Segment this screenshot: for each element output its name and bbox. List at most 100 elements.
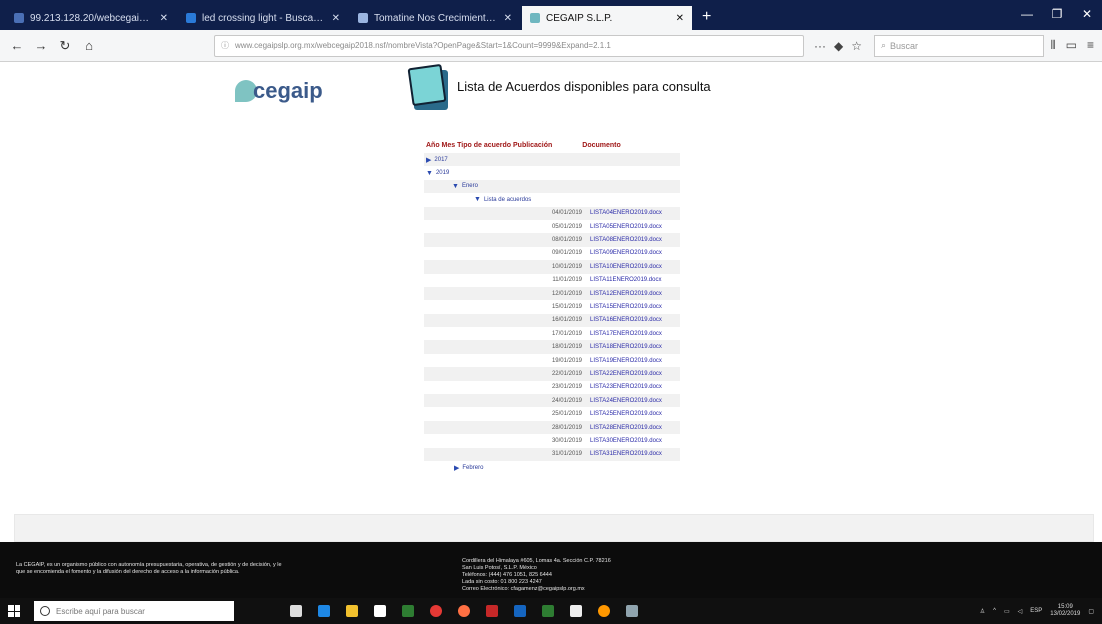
collapse-triangle-icon[interactable]: ▼ (452, 183, 459, 190)
pocket-icon[interactable]: ◆ (834, 39, 843, 53)
acuerdos-tree: Año Mes Tipo de acuerdo Publicación Docu… (424, 142, 680, 474)
publication-date: 18/01/2019 (551, 344, 582, 351)
menu-icon[interactable]: ≡ (1087, 38, 1094, 53)
url-actions: ··· ◆ ☆ (814, 39, 862, 53)
expand-triangle-icon[interactable]: ▶ (454, 464, 459, 472)
expand-triangle-icon[interactable]: ▶ (426, 156, 431, 164)
logo-text: cegaip (253, 78, 323, 103)
chrome-icon[interactable] (430, 605, 442, 617)
table-row: 23/01/2019 LISTA23ENERO2019.docx (424, 381, 680, 394)
network-icon[interactable]: ▭ (1004, 608, 1010, 615)
close-tab-icon[interactable]: ✕ (160, 13, 168, 24)
tray-arrow-icon[interactable]: ^ (993, 608, 996, 614)
document-link[interactable]: LISTA19ENERO2019.docx (590, 358, 676, 364)
volume-icon[interactable]: ◁ (1018, 608, 1023, 615)
clock[interactable]: 15:09 13/02/2019 (1050, 604, 1080, 618)
table-row: 10/01/2019 LISTA10ENERO2019.docx (424, 260, 680, 274)
document-link[interactable]: LISTA16ENERO2019.docx (590, 317, 676, 323)
list-type-label: Lista de acuerdos (483, 196, 532, 203)
notifications-icon[interactable]: ▢ (1088, 608, 1094, 615)
window-controls: — ❐ ✕ (1012, 0, 1102, 30)
page-actions-icon[interactable]: ··· (814, 39, 826, 53)
document-link[interactable]: LISTA11ENERO2019.docx (590, 277, 676, 283)
header-col-main[interactable]: Año Mes Tipo de acuerdo Publicación (426, 142, 552, 149)
month-row-enero[interactable]: ▼ Enero (424, 179, 680, 194)
windows-start-icon[interactable] (8, 605, 20, 617)
sidebar-icon[interactable]: ▭ (1066, 38, 1077, 53)
table-row: 25/01/2019 LISTA25ENERO2019.docx (424, 407, 680, 420)
browser-tab-2[interactable]: led crossing light - Buscar con... ✕ (178, 6, 348, 30)
app-icon[interactable] (402, 605, 414, 617)
document-link[interactable]: LISTA12ENERO2019.docx (590, 291, 676, 297)
file-explorer-icon[interactable] (346, 605, 358, 617)
header-col-document[interactable]: Documento (582, 142, 621, 149)
tab-title: CEGAIP S.L.P. (546, 12, 613, 24)
bookmark-star-icon[interactable]: ☆ (851, 39, 862, 53)
site-info-icon[interactable]: ⓘ (221, 40, 229, 51)
cegaip-logo[interactable]: cegaip (235, 78, 323, 104)
browser-tab-3[interactable]: Tomatine Nos Crecimiento Lo... ✕ (350, 6, 520, 30)
publication-date: 04/01/2019 (551, 210, 582, 217)
browser-tab-4[interactable]: CEGAIP S.L.P. ✕ (522, 6, 692, 30)
forward-icon[interactable]: → (32, 38, 50, 53)
publication-date: 23/01/2019 (551, 384, 582, 391)
browser-tab-bar: 99.213.128.20/webcegaip.e... ✕ led crossi… (0, 0, 1102, 30)
mail-icon[interactable] (570, 605, 582, 617)
document-link[interactable]: LISTA18ENERO2019.docx (590, 344, 676, 350)
maximize-icon[interactable]: ❐ (1042, 0, 1072, 30)
year-row-2019[interactable]: ▼ 2019 (424, 166, 680, 179)
year-row-2017[interactable]: ▶ 2017 (424, 153, 680, 167)
document-link[interactable]: LISTA04ENERO2019.docx (590, 210, 676, 216)
new-tab-button[interactable]: + (694, 8, 719, 30)
document-link[interactable]: LISTA15ENERO2019.docx (590, 304, 676, 310)
taskbar-search-input[interactable]: Escribe aquí para buscar (34, 601, 234, 621)
home-icon[interactable]: ⌂ (80, 38, 98, 53)
document-link[interactable]: LISTA22ENERO2019.docx (590, 371, 676, 377)
close-tab-icon[interactable]: ✕ (504, 13, 512, 24)
document-link[interactable]: LISTA25ENERO2019.docx (590, 411, 676, 417)
publication-date: 22/01/2019 (551, 370, 582, 377)
minimize-icon[interactable]: — (1012, 0, 1042, 30)
people-icon[interactable]: ♙ (980, 608, 985, 615)
document-link[interactable]: LISTA30ENERO2019.docx (590, 438, 676, 444)
collapse-triangle-icon[interactable]: ▼ (474, 196, 481, 203)
system-tray: ♙ ^ ▭ ◁ ESP 15:09 13/02/2019 ▢ (980, 598, 1094, 624)
back-icon[interactable]: ← (8, 38, 26, 53)
document-link[interactable]: LISTA10ENERO2019.docx (590, 264, 676, 270)
language-indicator[interactable]: ESP (1030, 608, 1042, 614)
document-link[interactable]: LISTA05ENERO2019.docx (590, 224, 676, 230)
browser-tab-1[interactable]: 99.213.128.20/webcegaip.e... ✕ (6, 6, 176, 30)
tab-favicon-icon (358, 13, 368, 23)
table-row: 30/01/2019 LISTA30ENERO2019.docx (424, 434, 680, 447)
edge-icon[interactable] (318, 605, 330, 617)
app-icon[interactable] (486, 605, 498, 617)
document-link[interactable]: LISTA28ENERO2019.docx (590, 425, 676, 431)
document-link[interactable]: LISTA17ENERO2019.docx (590, 331, 676, 337)
app-icon[interactable] (598, 605, 610, 617)
collapse-triangle-icon[interactable]: ▼ (426, 170, 433, 177)
list-type-row[interactable]: ▼ Lista de acuerdos (424, 193, 680, 206)
search-bar[interactable]: ⌕ Buscar (874, 34, 1044, 57)
reload-icon[interactable]: ↻ (56, 38, 74, 54)
excel-icon[interactable] (542, 605, 554, 617)
url-bar[interactable]: ⓘ www.cegaipslp.org.mx/webcegaip2018.nsf… (214, 34, 804, 57)
table-row: 17/01/2019 LISTA17ENERO2019.docx (424, 327, 680, 340)
document-link[interactable]: LISTA09ENERO2019.docx (590, 250, 676, 256)
close-tab-icon[interactable]: ✕ (332, 13, 340, 24)
document-link[interactable]: LISTA08ENERO2019.docx (590, 237, 676, 243)
app-icon[interactable] (626, 605, 638, 617)
store-icon[interactable] (374, 605, 386, 617)
month-row-febrero[interactable]: ▶ Febrero (424, 461, 680, 474)
task-view-icon[interactable] (290, 605, 302, 617)
close-tab-icon[interactable]: ✕ (676, 13, 684, 24)
publication-date: 31/01/2019 (551, 451, 582, 458)
library-icon[interactable]: ⫴ (1051, 38, 1056, 53)
content-separator-bar (14, 514, 1094, 542)
firefox-icon[interactable] (458, 605, 470, 617)
document-link[interactable]: LISTA31ENERO2019.docx (590, 451, 676, 457)
document-link[interactable]: LISTA23ENERO2019.docx (590, 384, 676, 390)
document-link[interactable]: LISTA24ENERO2019.docx (590, 398, 676, 404)
close-window-icon[interactable]: ✕ (1072, 0, 1102, 30)
word-icon[interactable] (514, 605, 526, 617)
footer-email[interactable]: Correo Electrónico: cfagamenz@cegaipslp.… (462, 586, 732, 593)
